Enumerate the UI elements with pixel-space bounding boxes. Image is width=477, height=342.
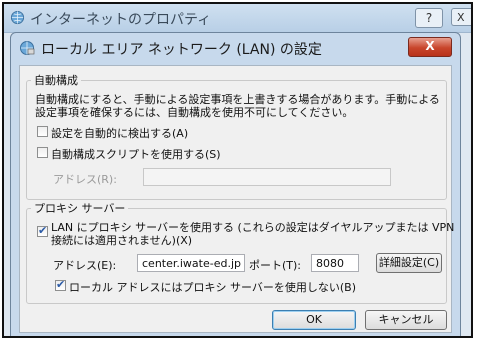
help-button[interactable]: ?	[415, 8, 443, 28]
auto-script-label[interactable]: 自動構成スクリプトを使用する(S)	[51, 146, 221, 162]
proxy-address-label: アドレス(E):	[53, 259, 117, 272]
script-address-field[interactable]	[143, 168, 391, 186]
proxy-port-field[interactable]: 8080	[311, 254, 359, 272]
globe-icon	[10, 10, 25, 25]
advanced-settings-button[interactable]: 詳細設定(C)	[376, 253, 442, 273]
script-address-label: アドレス(R):	[53, 173, 117, 186]
dialog-content: 自動構成 自動構成にすると、手動による設定事項を上書きする場合があります。手動に…	[19, 65, 454, 333]
auto-config-group: 自動構成 自動構成にすると、手動による設定事項を上書きする場合があります。手動に…	[26, 72, 447, 200]
dialog-close-button[interactable]: X	[408, 37, 452, 57]
proxy-port-label: ポート(T):	[249, 259, 302, 272]
proxy-address-field[interactable]: center.iwate-ed.jp	[137, 254, 245, 272]
auto-config-legend: 自動構成	[31, 72, 81, 88]
screenshot-frame: インターネットのプロパティ ? X ローカル エリア ネットワーク (LAN) …	[2, 2, 473, 338]
internet-properties-titlebar: インターネットのプロパティ ? X	[4, 4, 471, 33]
auto-script-checkbox[interactable]	[37, 147, 48, 158]
lan-settings-dialog: ローカル エリア ネットワーク (LAN) の設定 X 自動構成 自動構成にする…	[10, 32, 461, 336]
proxy-server-group: プロキシ サーバー LAN にプロキシ サーバーを使用する (これらの設定はダイ…	[26, 200, 454, 304]
use-proxy-label-line2[interactable]: 接続には適用されません)(X)	[51, 232, 192, 248]
ok-button[interactable]: OK	[272, 310, 356, 330]
dialog-title: ローカル エリア ネットワーク (LAN) の設定	[41, 42, 322, 58]
back-close-button[interactable]: X	[451, 8, 471, 26]
network-icon	[20, 41, 35, 55]
auto-config-description-line2: 設定事項を確保するには、自動構成を使用不可にしてください。	[35, 106, 354, 119]
cancel-button[interactable]: キャンセル	[365, 310, 447, 330]
bypass-local-checkbox[interactable]	[55, 278, 66, 291]
auto-detect-checkbox[interactable]	[37, 126, 48, 137]
dialog-titlebar: ローカル エリア ネットワーク (LAN) の設定 X	[11, 33, 460, 63]
proxy-server-legend: プロキシ サーバー	[31, 200, 129, 216]
use-proxy-checkbox[interactable]	[37, 224, 48, 237]
internet-properties-title: インターネットのプロパティ	[30, 12, 212, 28]
bypass-local-label[interactable]: ローカル アドレスにはプロキシ サーバーを使用しない(B)	[69, 279, 356, 295]
auto-detect-label[interactable]: 設定を自動的に検出する(A)	[51, 125, 188, 141]
